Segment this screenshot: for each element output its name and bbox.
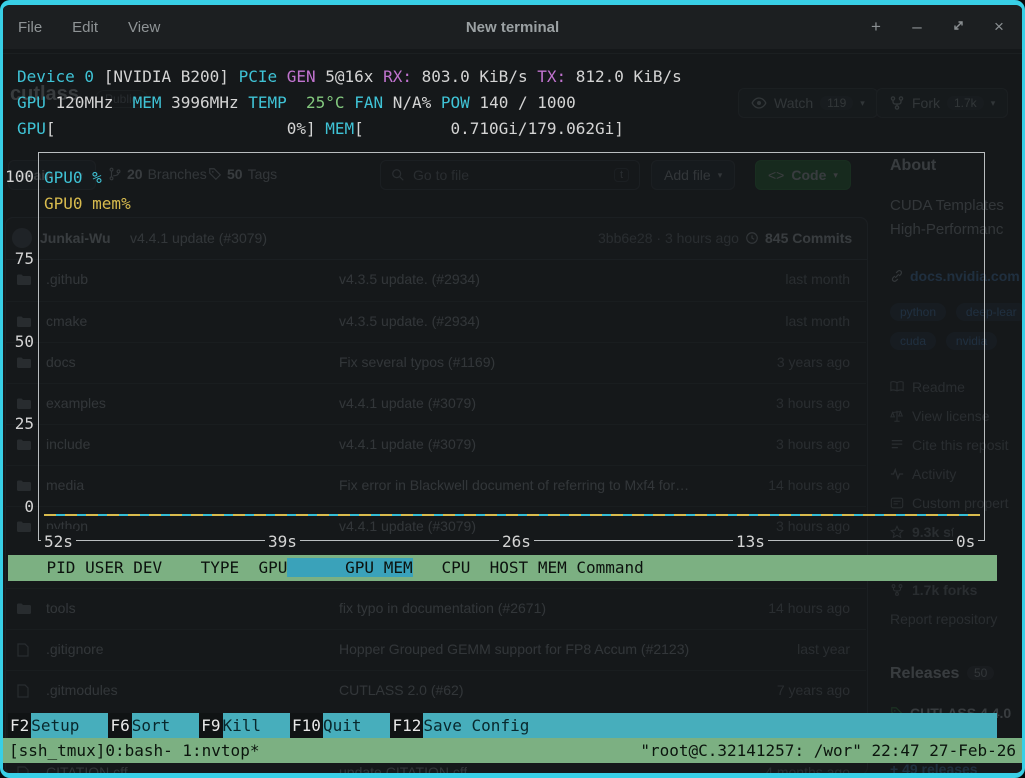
y-axis-tick-0: 0 <box>4 494 34 520</box>
power-value: 140 / 1000 <box>470 93 576 112</box>
rx-label: RX: <box>383 67 412 86</box>
nvtop-device-line: Device 0 [NVIDIA B200] PCIe GEN 5@16x RX… <box>17 64 682 90</box>
tmux-status-bar: [ssh_tmux]0:bash- 1:nvtop* "root@C.32141… <box>3 738 1022 763</box>
titlebar: File Edit View New terminal + – × <box>3 5 1022 49</box>
f6-sort-label[interactable]: Sort <box>132 713 171 739</box>
x-axis-tick-13s: 13s <box>733 529 768 555</box>
terminal-content: cutlass Public Watch 119 ▾ Fork 1.7k ▾ m… <box>3 49 1022 773</box>
x-axis-tick-26s: 26s <box>499 529 534 555</box>
gpu-gauge-label: GPU <box>17 119 46 138</box>
legend-gpu-percent: GPU0 % <box>44 165 102 191</box>
mem-clock-label: MEM <box>133 93 162 112</box>
temp-label: TEMP <box>248 93 287 112</box>
maximize-icon[interactable] <box>951 17 965 37</box>
f12-key[interactable]: F12 <box>390 713 423 739</box>
minimize-icon[interactable]: – <box>910 17 924 37</box>
y-axis-tick-100: 100 <box>4 164 34 190</box>
gpu-clock-value: 120MHz <box>46 93 133 112</box>
f2-key[interactable]: F2 <box>8 713 31 739</box>
legend-gpu-mem-percent: GPU0 mem% <box>44 191 131 217</box>
f2-setup-label[interactable]: Setup <box>31 713 79 739</box>
fan-label: FAN <box>354 93 383 112</box>
process-columns-right: CPU HOST MEM Command <box>413 558 644 577</box>
device-label: Device 0 <box>17 67 94 86</box>
gpu-name: [NVIDIA B200] <box>94 67 239 86</box>
process-table-header: PID USER DEV TYPE GPU GPU MEM CPU HOST M… <box>8 555 997 581</box>
f9-kill-label[interactable]: Kill <box>223 713 262 739</box>
f12-save-config-label[interactable]: Save Config <box>423 713 529 739</box>
mem-gauge-label: MEM <box>325 119 354 138</box>
utilization-chart <box>38 152 985 541</box>
pcie-label: PCIe <box>239 67 287 86</box>
tmux-session-windows: [ssh_tmux]0:bash- 1:nvtop* <box>9 738 259 764</box>
rx-value: 803.0 KiB/s <box>412 67 537 86</box>
pcie-gen-label: GEN <box>287 67 316 86</box>
tx-value: 812.0 KiB/s <box>566 67 682 86</box>
y-axis-tick-25: 25 <box>4 411 34 437</box>
gpu-gauge-bar: [ 0%] <box>46 119 325 138</box>
chart-zero-series-line <box>44 514 980 516</box>
f9-key[interactable]: F9 <box>199 713 222 739</box>
nvtop-clock-line: GPU 120MHz MEM 3996MHz TEMP 25°C FAN N/A… <box>17 90 576 116</box>
mem-gauge-bar: [ 0.710Gi/179.062Gi] <box>354 119 624 138</box>
nvtop-tui: Device 0 [NVIDIA B200] PCIe GEN 5@16x RX… <box>3 49 1022 773</box>
y-axis-tick-50: 50 <box>4 329 34 355</box>
sort-column-gpu-mem: GPU MEM <box>287 558 412 577</box>
tx-label: TX: <box>537 67 566 86</box>
terminal-window: File Edit View New terminal + – × cutlas… <box>0 0 1025 778</box>
window-controls: + – × <box>869 5 1006 49</box>
f6-key[interactable]: F6 <box>108 713 131 739</box>
temp-value: 25°C <box>287 93 354 112</box>
gpu-clock-label: GPU <box>17 93 46 112</box>
nvtop-gauge-line: GPU[ 0%] MEM[ 0.710Gi/179.062Gi] <box>17 116 624 142</box>
new-tab-icon[interactable]: + <box>869 17 883 37</box>
function-key-bar: F2Setup F6Sort F9Kill F10Quit F12Save Co… <box>8 713 997 738</box>
tmux-host-clock: "root@C.32141257: /wor" 22:47 27-Feb-26 <box>640 738 1016 764</box>
x-axis-tick-39s: 39s <box>265 529 300 555</box>
process-columns-left: PID USER DEV TYPE GPU <box>8 558 287 577</box>
power-label: POW <box>441 93 470 112</box>
fan-value: N/A% <box>383 93 441 112</box>
close-icon[interactable]: × <box>992 17 1006 37</box>
f10-quit-label[interactable]: Quit <box>323 713 362 739</box>
f10-key[interactable]: F10 <box>290 713 323 739</box>
x-axis-tick-52s: 52s <box>41 529 76 555</box>
mem-clock-value: 3996MHz <box>162 93 249 112</box>
pcie-gen-value: 5@16x <box>316 67 383 86</box>
x-axis-tick-0s: 0s <box>953 529 978 555</box>
y-axis-tick-75: 75 <box>4 246 34 272</box>
